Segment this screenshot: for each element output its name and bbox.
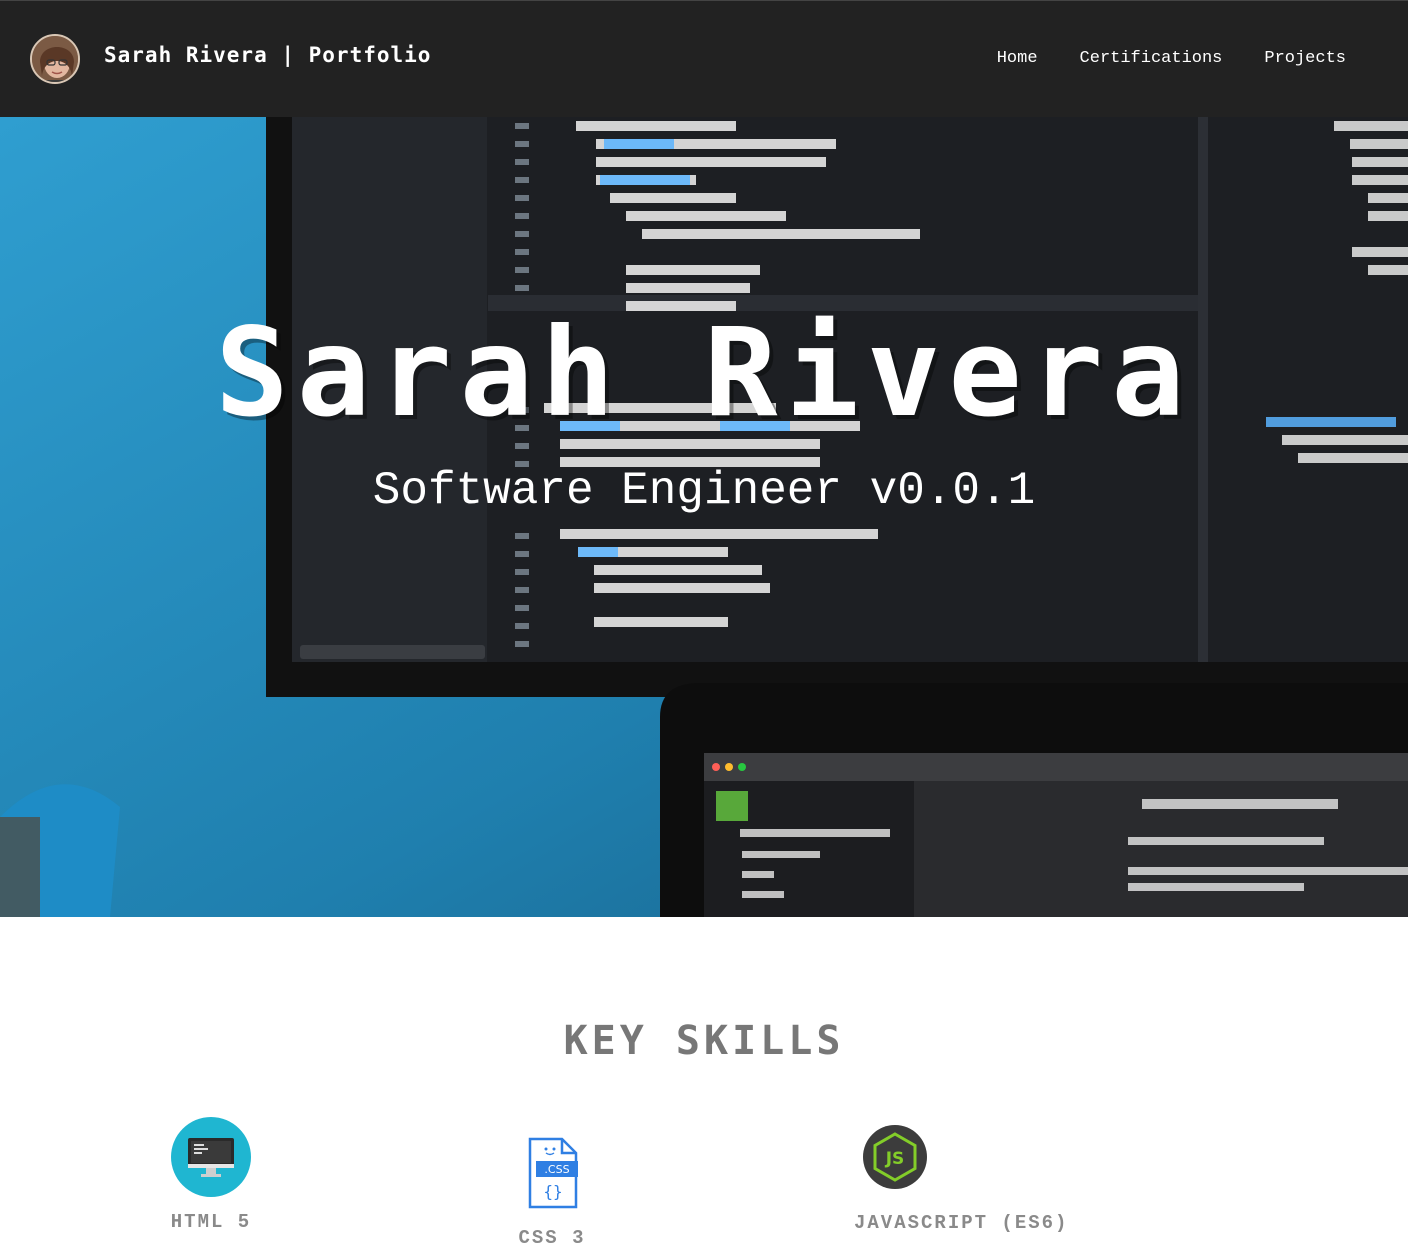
skill-html5: HTML 5 [150,1117,272,1233]
hero-background-image [0,117,1408,917]
monitor-icon [171,1117,251,1197]
skill-label-javascript: JAVASCRIPT (ES6) [854,1212,1069,1234]
site-brand[interactable]: Sarah Rivera | Portfolio [104,43,431,67]
nav-link-projects[interactable]: Projects [1264,49,1346,68]
nodejs-icon: JS [863,1125,927,1189]
skill-css3: .CSS {} CSS 3 [492,1135,612,1249]
svg-text:.CSS: .CSS [544,1163,569,1176]
skill-javascript: JS JAVASCRIPT (ES6) [836,1124,1092,1234]
profile-photo [32,36,78,82]
skill-label-css3: CSS 3 [518,1227,586,1249]
avatar[interactable] [30,34,80,84]
hero-section: Sarah Rivera Software Engineer v0.0.1 [0,117,1408,917]
hero-subtitle: Software Engineer v0.0.1 [372,465,1036,517]
skill-label-html5: HTML 5 [170,1211,252,1233]
css-file-icon: .CSS {} [528,1137,578,1209]
svg-text:{}: {} [543,1182,562,1201]
nav-links: Home Certifications Projects [997,49,1346,68]
nav-link-home[interactable]: Home [997,49,1038,68]
navbar: Sarah Rivera | Portfolio Home Certificat… [0,0,1408,117]
nav-link-certifications[interactable]: Certifications [1080,49,1223,68]
svg-text:JS: JS [885,1149,905,1169]
skills-heading: KEY SKILLS [563,1018,845,1064]
hero-title: Sarah Rivera [215,302,1193,444]
